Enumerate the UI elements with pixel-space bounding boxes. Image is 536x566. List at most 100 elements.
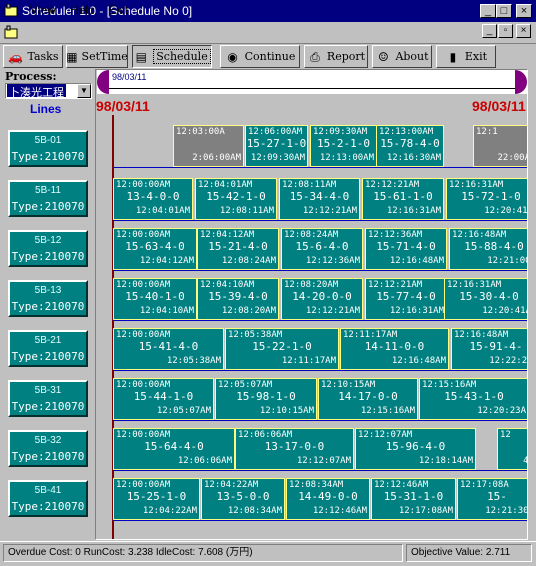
gantt-bar[interactable]: 12:17:08A15- 12:21:30A [457, 478, 527, 520]
bar-end-time: 4A [523, 456, 527, 466]
gantt-chart[interactable]: 12:03:00A 2:06:00AM 12:06:00AM 15-27-1-0 12:… [97, 115, 527, 539]
line-button-5b-41[interactable]: 5B-41 Type:210070 [8, 480, 88, 517]
menu-view[interactable]: View [30, 3, 56, 17]
line-name: 5B-41 [34, 485, 62, 496]
timeline-date: 98/03/11 [112, 72, 147, 82]
bar-start-time: 12:16:48AM [454, 330, 509, 340]
bar-end-time: 12:09:30AM [250, 153, 305, 163]
gantt-bar[interactable]: 12:05:38AM 15-22-1-0 12:11:17AM [225, 328, 339, 370]
line-name: 5B-11 [35, 185, 61, 196]
gantt-bar[interactable]: 12:09:30AM 15-2-1-0 12:13:00AM [310, 125, 377, 167]
gantt-bar[interactable]: 12:16:48AM15-88-4-0 12:21:00A [449, 228, 527, 270]
gantt-bar[interactable]: 12:08:34AM 14-49-0-0 12:12:46AM [286, 478, 370, 520]
gantt-bar[interactable]: 12:08:20AM 14-20-0-0 12:12:21AM [281, 278, 363, 320]
bar-end-time: 2:06:00AM [192, 153, 241, 163]
line-button-5b-31[interactable]: 5B-31 Type:210070 [8, 380, 88, 417]
bar-job-id: 15-40-1-0 [125, 290, 185, 303]
gantt-bar[interactable]: 12:04:01AM 15-42-1-0 12:08:11AM [195, 178, 277, 220]
gantt-bar[interactable]: 12:16:48AM15-91-4- 12:22:27A [451, 328, 527, 370]
gantt-bar[interactable]: 12:00:00AM 15-40-1-0 12:04:10AM [113, 278, 197, 320]
gantt-bar[interactable]: 12:00:00AM 15-63-4-0 12:04:12AM [113, 228, 197, 270]
bar-end-time: 12:04:01AM [135, 206, 190, 216]
line-button-5b-11[interactable]: 5B-11 Type:210070 [8, 180, 88, 217]
mdi-restore-button[interactable]: ▫ [498, 24, 513, 38]
bar-start-time: 12:12:07AM [358, 430, 413, 440]
gantt-bar[interactable]: 12:04:12AM 15-21-4-0 12:08:24AM [197, 228, 279, 270]
report-button[interactable]: ⎙ Report [304, 45, 368, 68]
menu-exit[interactable]: Exit [108, 3, 128, 17]
gantt-bar[interactable]: 12:13:00AM 15-78-4-0 12:16:30AM [376, 125, 444, 167]
line-button-5b-13[interactable]: 5B-13 Type:210070 [8, 280, 88, 317]
gantt-bar[interactable]: 12 4A [497, 428, 527, 470]
gantt-bar[interactable]: 12:12:21AM 15-61-1-0 12:16:31AM [362, 178, 444, 220]
schedule-button[interactable]: ▤ Schedule [132, 45, 212, 68]
gantt-bar[interactable]: 12:03:00A 2:06:00AM [173, 125, 244, 167]
bar-start-time: 12:15:16AM [422, 380, 477, 390]
tasks-button[interactable]: 🚗 Tasks [3, 45, 63, 68]
gantt-bar[interactable]: 12:06:06AM 13-17-0-0 12:12:07AM [235, 428, 354, 470]
line-name: 5B-31 [34, 385, 62, 396]
line-type: Type:210070 [11, 400, 85, 413]
line-type: Type:210070 [11, 250, 85, 263]
bar-end-time: 12:06:06AM [177, 456, 232, 466]
gantt-bar[interactable]: 12:00:00AM 15-41-4-0 12:05:38AM [113, 328, 224, 370]
settime-button[interactable]: ▦ SetTime [66, 45, 128, 68]
gantt-bar[interactable]: 12:00:00AM 15-64-4-0 12:06:06AM [113, 428, 235, 470]
line-name: 5B-21 [34, 335, 62, 346]
bar-start-time: 12:04:22AM [204, 480, 259, 490]
maximize-button[interactable]: □ [496, 4, 512, 18]
process-select[interactable]: 卜湊光工程 ▼ [5, 83, 92, 99]
continue-button[interactable]: ◉ Continue [220, 45, 300, 68]
bar-start-time: 12:16:31AM [447, 280, 502, 290]
bar-job-id: 14-17-0-0 [338, 390, 398, 403]
gantt-bar[interactable]: 12:04:22AM 13-5-0-0 12:08:34AM [201, 478, 285, 520]
gantt-bar[interactable]: 12:08:11AM 15-34-4-0 12:12:21AM [279, 178, 360, 220]
chevron-down-icon[interactable]: ▼ [77, 84, 91, 98]
gantt-bar[interactable]: 12:16:31AM 15-30-4-0 12:20:41A [444, 278, 527, 320]
line-button-5b-21[interactable]: 5B-21 Type:210070 [8, 330, 88, 367]
mdi-close-button[interactable]: × [516, 24, 531, 38]
gantt-bar[interactable]: 12:16:31AM15-72-1-0 12:20:41A [446, 178, 527, 220]
gantt-bar[interactable]: 12:04:10AM 15-39-4-0 12:08:20AM [197, 278, 279, 320]
mdi-minimize-button[interactable]: _ [482, 24, 497, 38]
table-icon: ▦ [66, 49, 78, 64]
process-label: Process: [5, 70, 57, 83]
timeline-axis [108, 88, 516, 89]
line-button-5b-32[interactable]: 5B-32 Type:210070 [8, 430, 88, 467]
gantt-bar[interactable]: 12:12:46AM 15-31-1-0 12:17:08AM [371, 478, 456, 520]
bar-start-time: 12:08:34AM [289, 480, 344, 490]
about-button[interactable]: ☺ About [372, 45, 432, 68]
bar-start-time: 12:08:20AM [284, 280, 339, 290]
bar-start-time: 12:04:12AM [200, 230, 255, 240]
gantt-bar[interactable]: 12:12:21AM 15-77-4-0 12:16:31AM [365, 278, 447, 320]
gantt-bar[interactable]: 12:00:00AM 13-4-0-0 12:04:01AM [113, 178, 193, 220]
line-name: 5B-12 [34, 235, 62, 246]
gantt-bar[interactable]: 12:15:16AM 15-43-1-0 12:20:23A [419, 378, 527, 420]
row-baseline [113, 167, 527, 168]
timeline-scroller[interactable] [97, 70, 527, 94]
minimize-button[interactable]: _ [480, 4, 496, 18]
bar-job-id: 15-64-4-0 [144, 440, 204, 453]
doc-icon[interactable] [4, 25, 18, 39]
line-name: 5B-01 [34, 135, 62, 146]
gantt-bar[interactable]: 12:12:07AM 15-96-4-0 12:18:14AM [355, 428, 476, 470]
row-baseline [113, 270, 527, 271]
menu-help[interactable]: Help [70, 3, 95, 17]
bar-job-id: 15-27-1-0 [246, 137, 307, 150]
lines-label: Lines [30, 102, 62, 116]
line-button-5b-01[interactable]: 5B-01 Type:210070 [8, 130, 88, 167]
gantt-bar[interactable]: 12:11:17AM 14-11-0-0 12:16:48AM [340, 328, 449, 370]
close-button[interactable]: × [516, 4, 532, 18]
gantt-bar[interactable]: 12:10:15AM 14-17-0-0 12:15:16AM [318, 378, 418, 420]
gantt-bar[interactable]: 12:12:36AM 15-71-4-0 12:16:48AM [365, 228, 447, 270]
line-button-5b-12[interactable]: 5B-12 Type:210070 [8, 230, 88, 267]
gantt-bar[interactable]: 12:00:00AM 15-25-1-0 12:04:22AM [113, 478, 200, 520]
bar-start-time: 12:00:00AM [116, 330, 171, 340]
gantt-bar[interactable]: 12:06:00AM 15-27-1-0 12:09:30AM [245, 125, 308, 167]
exit-button[interactable]: ▮ Exit [436, 45, 496, 68]
gantt-bar[interactable]: 12:1 22:00A [473, 125, 527, 167]
gantt-bar[interactable]: 12:08:24AM 15-6-4-0 12:12:36AM [281, 228, 363, 270]
gantt-bar[interactable]: 12:00:00AM 15-44-1-0 12:05:07AM [113, 378, 214, 420]
gantt-bar[interactable]: 12:05:07AM 15-98-1-0 12:10:15AM [215, 378, 317, 420]
date-right: 98/03/11 [472, 98, 526, 114]
